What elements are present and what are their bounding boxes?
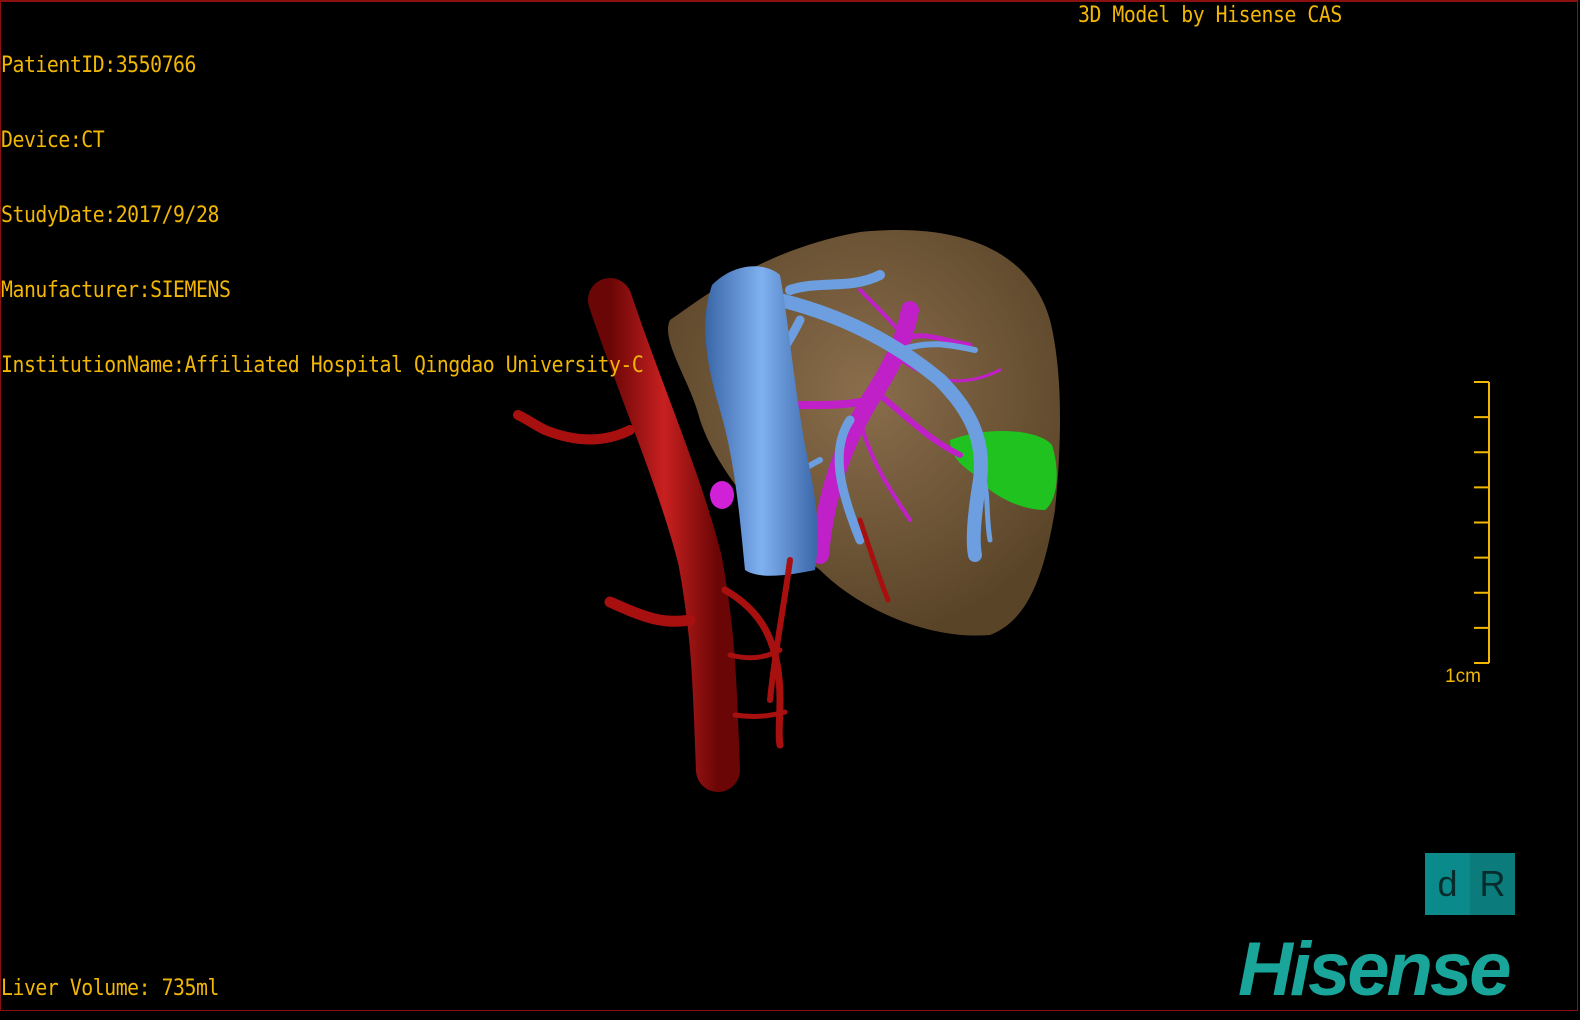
institution-name: InstitutionName:Affiliated Hospital Qing… xyxy=(1,353,644,378)
manufacturer: Manufacturer:SIEMENS xyxy=(1,278,231,303)
dicom-info: PatientID:3550766 Device:CT StudyDate:20… xyxy=(1,3,644,403)
scale-bar xyxy=(1474,381,1490,664)
brand-caption: 3D Model by Hisense CAS xyxy=(1078,3,1342,28)
orientation-left-face: d xyxy=(1437,863,1458,904)
liver-volume: Liver Volume: 735ml xyxy=(1,976,219,1001)
study-date: StudyDate:2017/9/28 xyxy=(1,203,219,228)
device: Device:CT xyxy=(1,128,105,153)
orientation-right-face: R xyxy=(1470,853,1515,915)
hisense-logo: Hisense xyxy=(1238,927,1511,1012)
scale-bar-label: 1cm xyxy=(1445,666,1481,687)
orientation-cube[interactable]: d R xyxy=(1425,853,1515,915)
patient-id: PatientID:3550766 xyxy=(1,53,197,78)
